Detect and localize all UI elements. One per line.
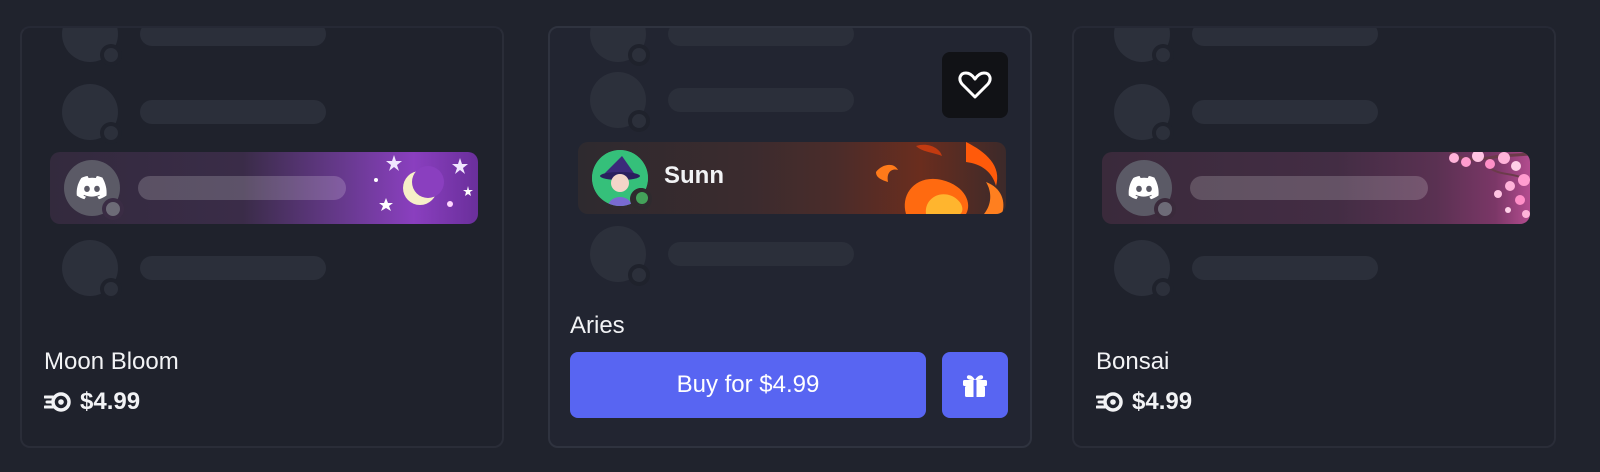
placeholder-row (590, 226, 980, 286)
heart-icon (958, 71, 992, 99)
shop-card-aries[interactable]: Sunn Aries Buy for $4.99 (548, 26, 1032, 448)
placeholder-bar (1192, 256, 1378, 280)
item-name: Bonsai (1096, 348, 1170, 375)
gift-button[interactable] (942, 352, 1008, 418)
price-value: $4.99 (1132, 388, 1193, 415)
moon-stars-decoration (374, 155, 473, 211)
placeholder-avatar (590, 226, 650, 286)
cherry-blossom-decoration (1448, 152, 1530, 218)
placeholder-row (590, 72, 980, 132)
placeholder-avatar (1114, 240, 1174, 300)
orb-icon (1096, 392, 1123, 412)
placeholder-avatar (62, 84, 122, 144)
favorite-button[interactable] (942, 52, 1008, 118)
placeholder-bar (138, 176, 346, 200)
placeholder-row (1114, 84, 1504, 144)
discord-icon (1128, 176, 1159, 200)
placeholder-row (62, 28, 452, 66)
placeholder-avatar (62, 28, 122, 66)
shop-card-moon-bloom[interactable]: Moon Bloom $4.99 (20, 26, 504, 448)
placeholder-bar (140, 28, 326, 46)
placeholder-bar (668, 88, 854, 112)
placeholder-avatar (62, 240, 122, 300)
orb-icon (44, 392, 71, 412)
avatar (1116, 160, 1176, 220)
placeholder-avatar (590, 72, 650, 132)
item-price: $4.99 (1096, 388, 1192, 416)
buy-button[interactable]: Buy for $4.99 (570, 352, 926, 418)
avatar (64, 160, 124, 220)
nameplate-preview (1102, 152, 1530, 224)
online-status-dot (636, 192, 648, 204)
placeholder-bar (668, 242, 854, 266)
item-price: $4.99 (44, 388, 140, 416)
gift-icon (963, 375, 987, 397)
nameplate-preview (50, 152, 478, 224)
item-name: Aries (570, 312, 625, 339)
nameplate-preview: Sunn (578, 142, 1006, 214)
placeholder-bar (668, 28, 854, 46)
placeholder-bar (1192, 100, 1378, 124)
placeholder-bar (1190, 176, 1428, 200)
username: Sunn (664, 162, 724, 189)
shop-card-bonsai[interactable]: Bonsai $4.99 (1072, 26, 1556, 448)
price-value: $4.99 (80, 388, 141, 415)
placeholder-row (1114, 240, 1504, 300)
placeholder-bar (140, 100, 326, 124)
placeholder-row (590, 28, 980, 66)
fire-decoration (876, 142, 1004, 214)
placeholder-bar (1192, 28, 1378, 46)
item-name: Moon Bloom (44, 348, 179, 375)
placeholder-avatar (1114, 28, 1174, 66)
placeholder-row (62, 240, 452, 300)
placeholder-row (62, 84, 452, 144)
placeholder-avatar (590, 28, 650, 66)
placeholder-row (1114, 28, 1504, 66)
placeholder-avatar (1114, 84, 1174, 144)
discord-icon (76, 176, 107, 200)
placeholder-bar (140, 256, 326, 280)
